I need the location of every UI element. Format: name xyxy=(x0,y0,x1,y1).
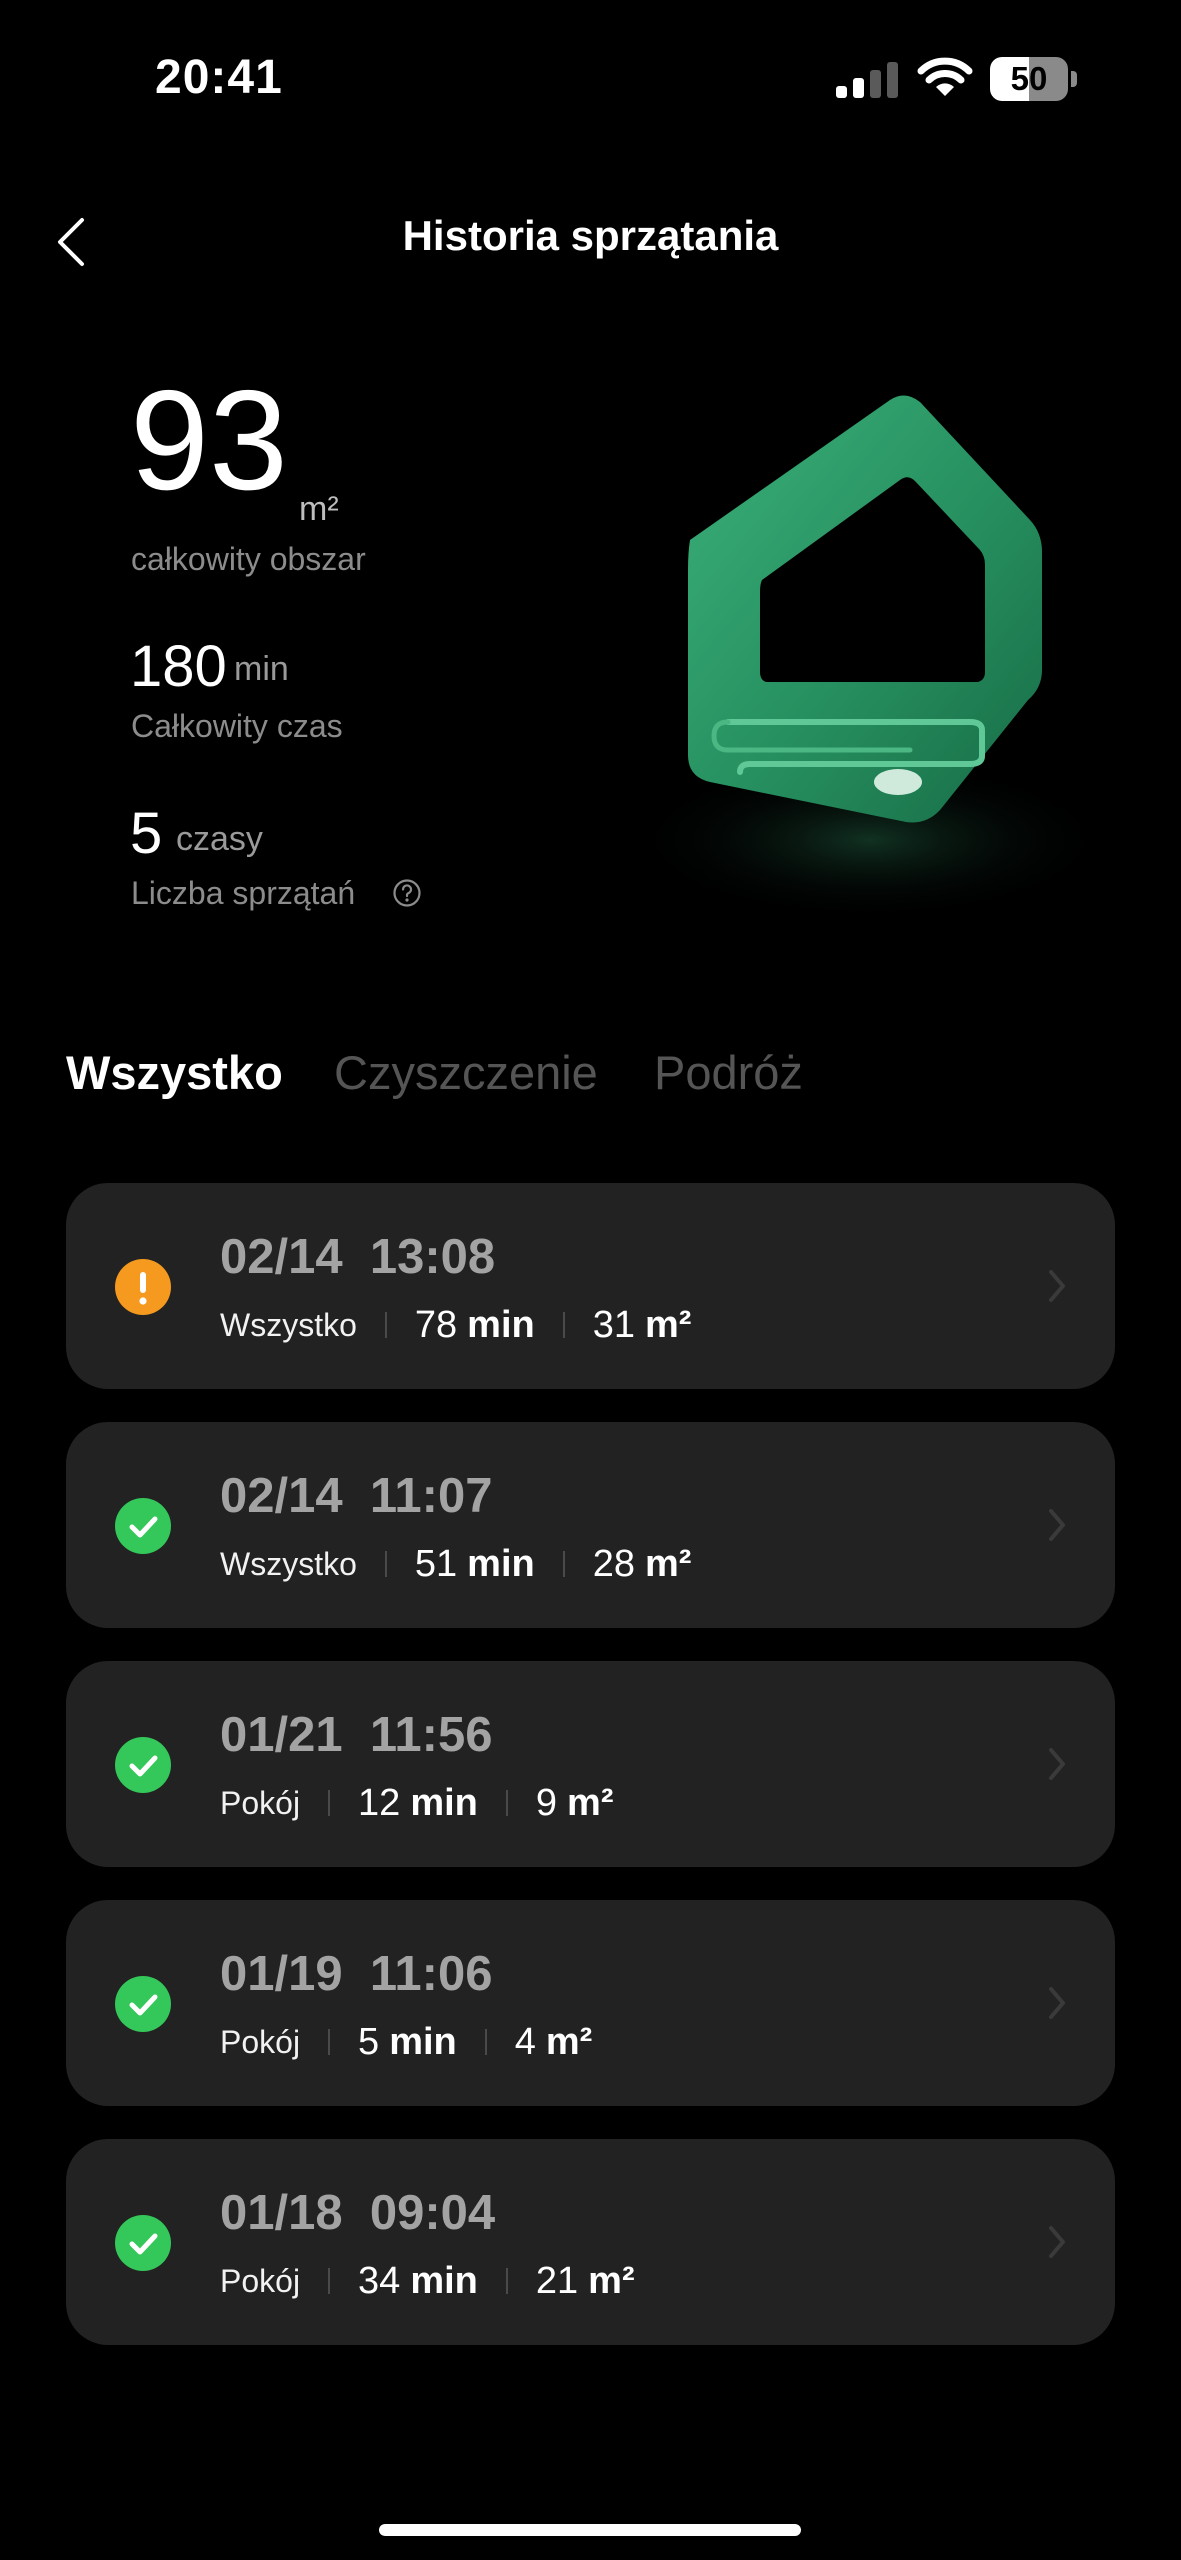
record-duration-unit: min xyxy=(467,1303,535,1346)
battery-body: 50 xyxy=(990,57,1068,101)
record-date: 01/21 xyxy=(220,1708,343,1762)
record-mode: Pokój xyxy=(220,1784,301,1821)
record-datetime: 02/14 13:08 xyxy=(220,1229,495,1285)
tab-all[interactable]: Wszystko xyxy=(66,1045,283,1100)
total-time-label: Całkowity czas xyxy=(131,708,343,744)
record-duration: 34 xyxy=(358,2259,401,2302)
record-duration-unit: min xyxy=(410,2259,478,2302)
check-circle-icon xyxy=(115,1976,171,2032)
record-meta: Wszystko 78 min 31 m² xyxy=(220,1301,691,1349)
divider xyxy=(384,1312,387,1338)
record-area-unit: m² xyxy=(545,2020,593,2063)
divider xyxy=(384,1551,387,1577)
check-circle-icon xyxy=(115,1498,171,1554)
record-time: 13:08 xyxy=(369,1230,496,1284)
status-time: 20:41 xyxy=(155,51,283,104)
question-circle-icon[interactable] xyxy=(392,878,422,908)
cleaning-record-card[interactable]: 01/18 09:04 Pokój 34 min 21 m² xyxy=(66,2139,1115,2345)
cleaning-record-card[interactable]: 02/14 13:08 Wszystko 78 min 31 m² xyxy=(66,1183,1115,1389)
record-meta: Pokój 34 min 21 m² xyxy=(220,2257,635,2305)
record-area: 28 xyxy=(592,1542,636,1585)
clean-count-unit: czasy xyxy=(176,820,263,858)
record-time: 11:06 xyxy=(369,1947,493,2001)
record-area: 9 xyxy=(535,1781,558,1824)
chevron-right-icon xyxy=(1049,1509,1065,1541)
record-mode: Pokój xyxy=(220,2023,301,2060)
chevron-right-icon xyxy=(1049,1270,1065,1302)
total-time-unit: min xyxy=(234,650,289,688)
record-meta: Pokój 5 min 4 m² xyxy=(220,2018,592,2066)
total-area-label: całkowity obszar xyxy=(131,541,366,577)
record-area-unit: m² xyxy=(567,1781,614,1824)
record-mode: Pokój xyxy=(220,2262,301,2299)
battery-cap xyxy=(1071,71,1077,87)
record-time: 11:07 xyxy=(369,1469,493,1523)
record-date: 02/14 xyxy=(220,1469,343,1523)
divider xyxy=(484,2029,487,2055)
record-datetime: 01/21 11:56 xyxy=(220,1707,492,1763)
battery-indicator: 50 xyxy=(990,57,1077,101)
record-duration-unit: min xyxy=(467,1542,535,1585)
record-time: 11:56 xyxy=(369,1708,493,1762)
cleaning-record-card[interactable]: 01/19 11:06 Pokój 5 min 4 m² xyxy=(66,1900,1115,2106)
record-date: 01/19 xyxy=(220,1947,343,2001)
cellular-signal-icon xyxy=(836,62,898,98)
record-area-unit: m² xyxy=(645,1542,692,1585)
cleaning-record-card[interactable]: 02/14 11:07 Wszystko 51 min 28 m² xyxy=(66,1422,1115,1628)
record-duration: 5 xyxy=(358,2020,380,2063)
record-datetime: 01/19 11:06 xyxy=(220,1946,492,2002)
record-duration: 12 xyxy=(358,1781,401,1824)
record-duration: 78 xyxy=(414,1303,458,1346)
battery-level: 50 xyxy=(1010,60,1048,97)
record-mode: Wszystko xyxy=(220,1545,357,1582)
record-area-unit: m² xyxy=(645,1303,692,1346)
chevron-right-icon xyxy=(1049,1748,1065,1780)
record-date: 01/18 xyxy=(220,2186,343,2240)
tab-travel[interactable]: Podróż xyxy=(654,1045,803,1100)
tab-cleaning[interactable]: Czyszczenie xyxy=(334,1045,598,1100)
record-duration: 51 xyxy=(414,1542,458,1585)
record-duration-unit: min xyxy=(410,1781,478,1824)
page-title: Historia sprzątania xyxy=(402,212,779,259)
record-date: 02/14 xyxy=(220,1230,343,1284)
divider xyxy=(562,1551,565,1577)
record-duration-unit: min xyxy=(389,2020,457,2063)
clean-count-label: Liczba sprzątań xyxy=(131,875,356,911)
divider xyxy=(562,1312,565,1338)
record-mode: Wszystko xyxy=(220,1306,357,1343)
record-meta: Wszystko 51 min 28 m² xyxy=(220,1540,691,1588)
divider xyxy=(505,1790,508,1816)
record-area: 21 xyxy=(535,2259,579,2302)
wifi-icon xyxy=(917,57,973,96)
record-datetime: 02/14 11:07 xyxy=(220,1468,492,1524)
divider xyxy=(505,2268,508,2294)
divider xyxy=(328,1790,331,1816)
record-area-unit: m² xyxy=(588,2259,635,2302)
total-time-value: 180 xyxy=(130,634,227,699)
house-illustration xyxy=(630,395,1110,920)
chevron-right-icon xyxy=(1049,1987,1065,2019)
divider xyxy=(328,2029,331,2055)
home-indicator[interactable] xyxy=(379,2524,801,2536)
warning-icon xyxy=(115,1259,171,1315)
record-area: 31 xyxy=(592,1303,636,1346)
status-bar: 20:41 50 xyxy=(0,0,1181,160)
divider xyxy=(328,2268,331,2294)
total-area-unit: m² xyxy=(299,490,339,528)
cleaning-record-card[interactable]: 01/21 11:56 Pokój 12 min 9 m² xyxy=(66,1661,1115,1867)
record-meta: Pokój 12 min 9 m² xyxy=(220,1779,613,1827)
clean-count-value: 5 xyxy=(130,801,163,866)
check-circle-icon xyxy=(115,1737,171,1793)
chevron-right-icon xyxy=(1049,2226,1065,2258)
record-area: 4 xyxy=(514,2020,536,2063)
total-area-value: 93 xyxy=(130,361,288,520)
record-datetime: 01/18 09:04 xyxy=(220,2185,495,2241)
record-time: 09:04 xyxy=(369,2186,496,2240)
check-circle-icon xyxy=(115,2215,171,2271)
